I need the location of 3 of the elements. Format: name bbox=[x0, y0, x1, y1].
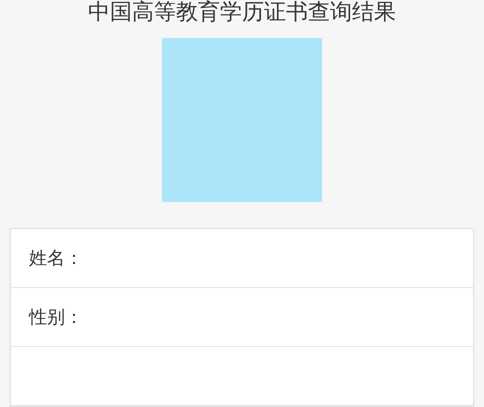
page-title: 中国高等教育学历证书查询结果 bbox=[88, 0, 396, 26]
field-label: 姓名： bbox=[29, 247, 83, 270]
field-label: 性别： bbox=[29, 306, 83, 329]
